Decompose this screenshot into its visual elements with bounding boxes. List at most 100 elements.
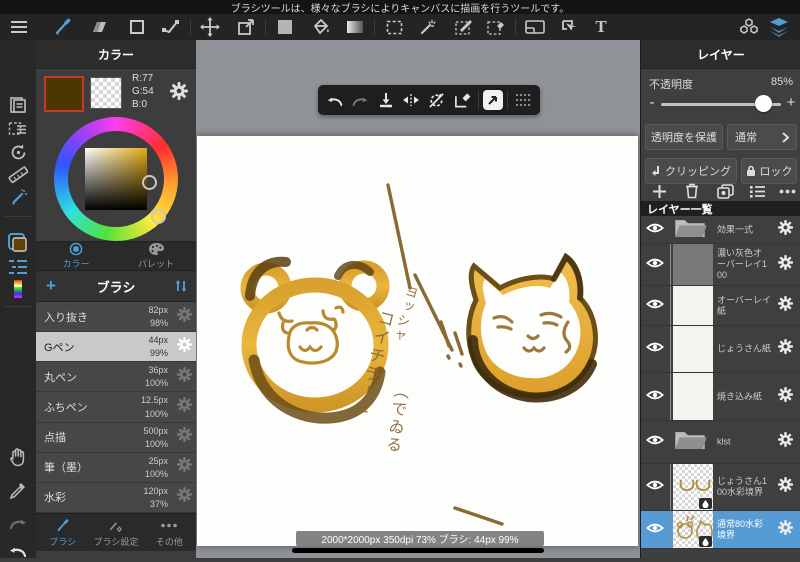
brush-row[interactable]: 水彩 120px 37%	[36, 482, 196, 513]
move-tool-icon[interactable]	[195, 15, 225, 39]
layer-row[interactable]: 濃い灰色オーバーレイ100	[641, 244, 800, 286]
visibility-eye-icon[interactable]	[645, 478, 665, 496]
visibility-eye-icon[interactable]	[645, 297, 665, 315]
object-select-icon[interactable]	[554, 15, 584, 39]
brush-row[interactable]: 筆（墨） 25px 100%	[36, 452, 196, 483]
layer-row-folder[interactable]: klst	[641, 421, 800, 464]
gradient-tool-icon[interactable]	[340, 15, 370, 39]
reset-rotation-icon[interactable]	[7, 141, 29, 163]
eraser-select-icon[interactable]	[481, 15, 511, 39]
airbrush-icon[interactable]	[7, 186, 29, 208]
color-bar-icon[interactable]	[7, 278, 29, 300]
layer-more-icon[interactable]	[775, 180, 799, 202]
saturation-value-box[interactable]	[85, 148, 147, 210]
visibility-eye-icon[interactable]	[645, 388, 665, 406]
layer-row-selected[interactable]: 通常80水彩境界	[641, 511, 800, 549]
clear-layer-icon[interactable]	[451, 89, 475, 111]
redo-icon[interactable]	[7, 512, 29, 534]
layer-row-folder[interactable]: 効果一式	[641, 216, 800, 244]
brush-gear-icon[interactable]	[176, 306, 193, 327]
layer-gear-icon[interactable]	[777, 338, 794, 359]
tab-other[interactable]: その他	[143, 514, 196, 551]
marquee-select-icon[interactable]	[379, 15, 409, 39]
brush-gear-icon[interactable]	[176, 427, 193, 447]
brush-gear-icon[interactable]	[176, 457, 193, 477]
duplicate-layer-icon[interactable]	[713, 180, 737, 202]
color-settings-gear-icon[interactable]	[169, 81, 189, 105]
tab-palette[interactable]: パレット	[116, 242, 196, 270]
brush-gear-icon[interactable]	[176, 487, 193, 507]
undo-icon[interactable]	[7, 540, 29, 562]
eyedropper-icon[interactable]	[7, 480, 29, 502]
tab-brush-settings[interactable]: ブラシ設定	[89, 514, 142, 551]
transform-tool-icon[interactable]	[231, 15, 261, 39]
tab-brush[interactable]: ブラシ	[36, 514, 89, 551]
blend-mode-button[interactable]: 通常	[727, 124, 797, 150]
layer-gear-icon[interactable]	[777, 219, 794, 240]
layer-gear-icon[interactable]	[777, 295, 794, 316]
hue-wheel[interactable]	[54, 117, 178, 241]
opacity-minus-button[interactable]: -	[647, 94, 657, 111]
brush-gear-icon[interactable]	[176, 366, 193, 387]
brush-row[interactable]: 点描 500px 100%	[36, 422, 196, 453]
layers-panel-icon[interactable]	[764, 15, 794, 39]
layer-gear-icon[interactable]	[777, 386, 794, 407]
eraser-tool-icon[interactable]	[86, 15, 116, 39]
rotation-disabled-icon[interactable]	[425, 89, 449, 111]
visibility-eye-icon[interactable]	[645, 433, 665, 451]
layer-row[interactable]: オーバーレイ紙	[641, 286, 800, 326]
flip-horizontal-icon[interactable]	[400, 89, 424, 111]
layer-gear-icon[interactable]	[777, 254, 794, 275]
magic-wand-icon[interactable]	[413, 15, 443, 39]
material-drop-button[interactable]	[482, 90, 503, 110]
canvas-paper[interactable]: ヨッシャ コイチラー!! （でゐる	[197, 136, 638, 546]
color-chip-icon[interactable]	[7, 232, 29, 254]
add-layer-icon[interactable]	[647, 180, 671, 202]
layer-gear-icon[interactable]	[777, 431, 794, 452]
canvas-redo-icon[interactable]	[349, 89, 373, 111]
canvas-workspace[interactable]: ヨッシャ コイチラー!! （でゐる 2000*2000px 350dpi 73%…	[196, 40, 640, 558]
hand-tool-icon[interactable]	[7, 446, 29, 468]
brush-row[interactable]: 丸ペン 36px 100%	[36, 362, 196, 393]
brush-row[interactable]: ふちペン 12.5px 100%	[36, 392, 196, 423]
ruler-icon[interactable]	[7, 164, 29, 186]
brush-sort-icon[interactable]	[166, 279, 196, 293]
brush-row[interactable]: 入り抜き 82px 98%	[36, 302, 196, 333]
protect-alpha-button[interactable]: 透明度を保護	[645, 124, 723, 150]
curve-tool-icon[interactable]	[156, 15, 186, 39]
toolbar-drag-handle-icon[interactable]	[512, 89, 536, 111]
brush-tool-icon[interactable]	[48, 15, 78, 39]
visibility-eye-icon[interactable]	[645, 340, 665, 358]
layer-list-icon[interactable]	[746, 180, 770, 202]
fill-rect-tool-icon[interactable]	[270, 15, 300, 39]
visibility-eye-icon[interactable]	[645, 256, 665, 274]
visibility-eye-icon[interactable]	[645, 521, 665, 539]
layer-gear-icon[interactable]	[777, 519, 794, 540]
brush-list-icon[interactable]	[7, 256, 29, 278]
layer-row[interactable]: 焼き込み紙	[641, 373, 800, 421]
brush-gear-icon[interactable]	[176, 396, 193, 417]
visibility-eye-icon[interactable]	[645, 221, 665, 239]
menu-icon[interactable]	[4, 15, 34, 39]
layer-gear-icon[interactable]	[777, 476, 794, 497]
tab-color[interactable]: カラー	[36, 242, 116, 270]
brush-row-selected[interactable]: Gペン 44px 99%	[36, 332, 196, 363]
foreground-color-swatch[interactable]	[44, 76, 84, 112]
sv-knob[interactable]	[142, 175, 157, 190]
shape-tool-icon[interactable]	[122, 15, 152, 39]
bucket-tool-icon[interactable]	[306, 15, 336, 39]
layer-row[interactable]: じょうさん100水彩境界	[641, 464, 800, 511]
pages-icon[interactable]	[7, 94, 29, 116]
selection-menu-icon[interactable]	[7, 118, 29, 140]
canvas-undo-icon[interactable]	[323, 89, 347, 111]
opacity-plus-button[interactable]: +	[785, 94, 797, 111]
pen-select-icon[interactable]	[449, 15, 479, 39]
add-brush-button[interactable]: +	[36, 276, 66, 296]
delete-layer-icon[interactable]	[680, 180, 704, 202]
layer-row[interactable]: じょうさん紙	[641, 326, 800, 373]
panel-layout-icon[interactable]	[520, 15, 550, 39]
text-tool-icon[interactable]: T	[586, 15, 616, 39]
brush-gear-icon[interactable]	[176, 336, 193, 357]
save-icon[interactable]	[374, 89, 398, 111]
background-color-swatch[interactable]	[90, 77, 122, 109]
